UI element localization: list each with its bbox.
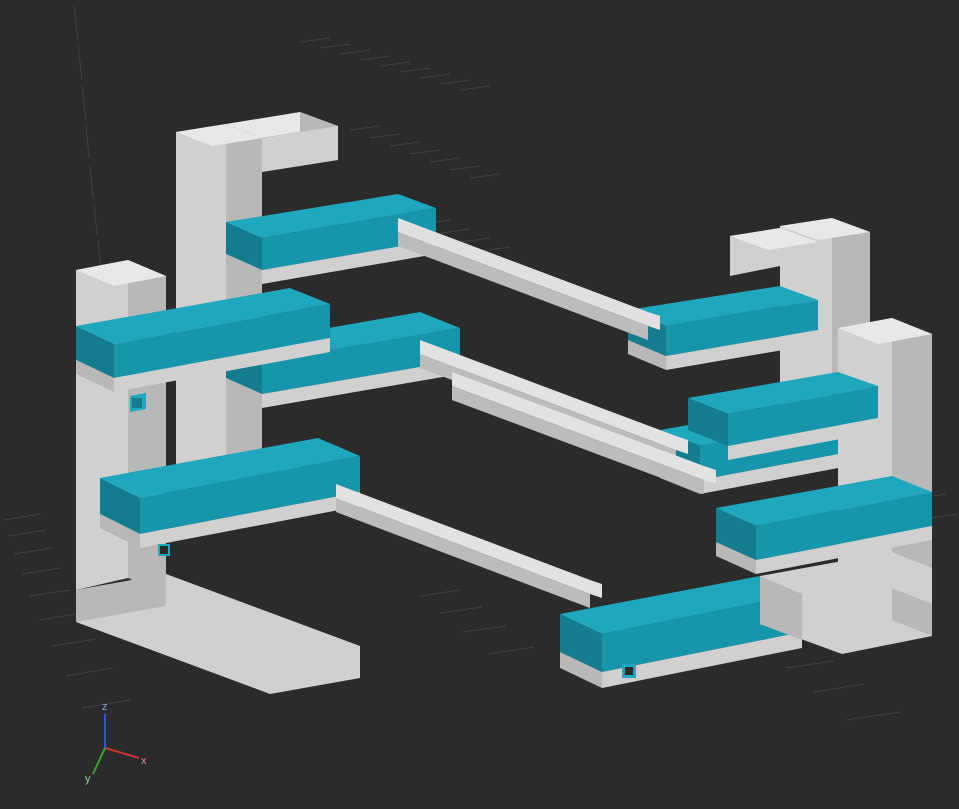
- post-rear-left: [176, 112, 436, 472]
- axis-z-label: z: [102, 701, 108, 713]
- axis-gizmo: z x y: [85, 701, 147, 785]
- axis-x-label: x: [141, 755, 147, 767]
- 3d-viewport[interactable]: z x y: [0, 0, 959, 809]
- scene-render: z x y: [0, 0, 959, 809]
- foot-front-left: [76, 574, 360, 694]
- axis-y-label: y: [85, 773, 91, 785]
